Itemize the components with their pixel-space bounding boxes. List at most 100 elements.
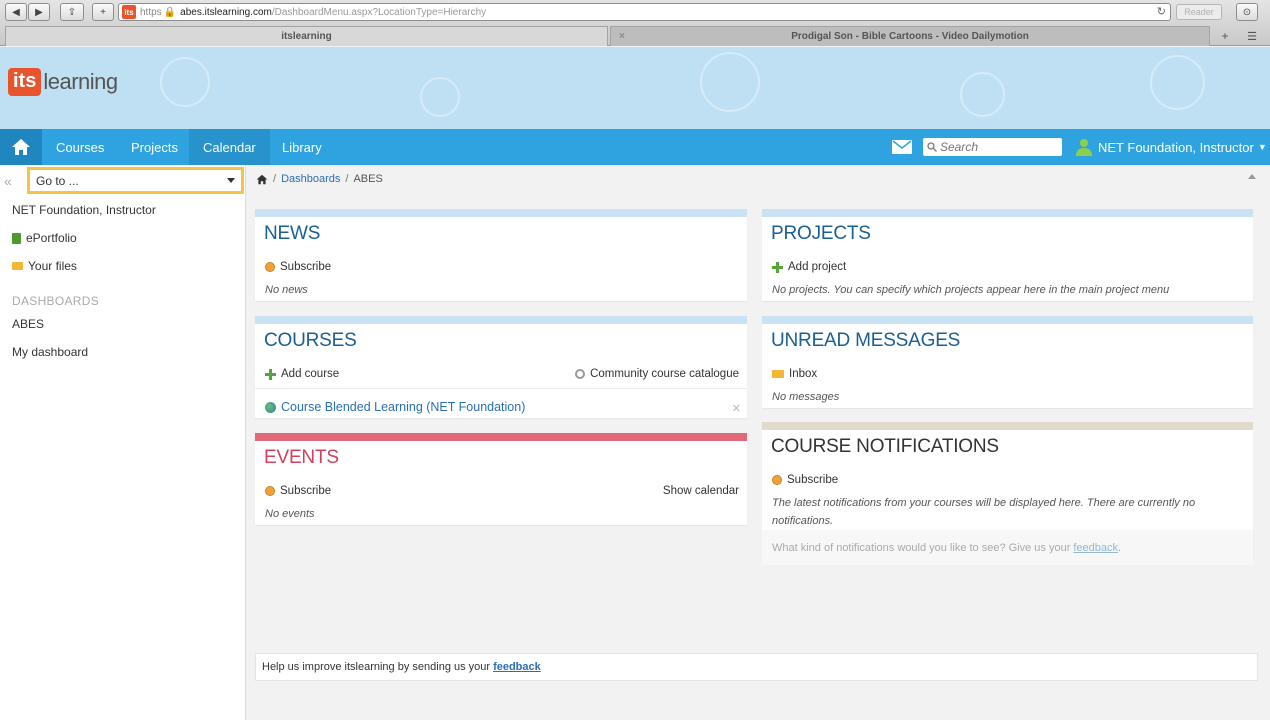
mail-icon[interactable] xyxy=(892,140,912,154)
lock-icon: 🔒 xyxy=(163,6,177,18)
main-nav: Courses Projects Calendar Library NET Fo… xyxy=(0,129,1270,165)
messages-empty: No messages xyxy=(772,391,840,403)
search-box[interactable] xyxy=(923,138,1062,156)
add-course-button[interactable]: Add course xyxy=(265,368,339,380)
banner-decoration xyxy=(960,72,1005,117)
plus-icon xyxy=(265,368,276,380)
show-calendar-link[interactable]: Show calendar xyxy=(663,485,739,497)
back-button[interactable]: ◀ xyxy=(5,3,27,21)
course-catalogue-link[interactable]: Community course catalogue xyxy=(575,368,739,380)
breadcrumb-dashboards-link[interactable]: Dashboards xyxy=(281,173,340,185)
chevron-down-icon xyxy=(227,178,235,183)
sidebar-item-your-files[interactable]: Your files xyxy=(12,259,77,273)
courses-title: COURSES xyxy=(264,330,357,351)
add-tab-button[interactable]: + xyxy=(1214,26,1236,46)
nav-courses[interactable]: Courses xyxy=(42,129,118,165)
browser-chrome: ◀ ▶ ⇪ + its https 🔒 abes.itslearning.com… xyxy=(0,0,1270,46)
search-input[interactable] xyxy=(940,140,1058,154)
url-host: abes.itslearning.com xyxy=(180,6,272,18)
sidebar-item-eportfolio[interactable]: ePortfolio xyxy=(12,231,77,245)
sidebar-user-name[interactable]: NET Foundation, Instructor xyxy=(12,203,156,217)
messages-title: UNREAD MESSAGES xyxy=(771,330,961,351)
tab-strip: itslearning × Prodigal Son - Bible Carto… xyxy=(0,26,1270,46)
logo-learning: learning xyxy=(43,69,118,94)
news-card: NEWS Subscribe No news xyxy=(255,209,747,301)
browser-toolbar: ◀ ▶ ⇪ + its https 🔒 abes.itslearning.com… xyxy=(0,0,1270,24)
notifications-note: The latest notifications from your cours… xyxy=(772,497,1196,527)
logo-its: its xyxy=(8,68,42,96)
collapse-sidebar-icon[interactable]: « xyxy=(4,173,12,189)
course-item[interactable]: Course Blended Learning (NET Foundation) xyxy=(265,400,525,414)
notifications-feedback-link[interactable]: feedback xyxy=(1073,542,1118,554)
dashboards-heading: DASHBOARDS xyxy=(12,294,100,308)
subscribe-label: Subscribe xyxy=(787,474,839,486)
user-name: NET Foundation, Instructor xyxy=(1098,139,1254,155)
goto-select[interactable]: Go to ... xyxy=(27,167,244,194)
folder-icon xyxy=(12,262,23,270)
globe-icon xyxy=(265,401,276,413)
itslearning-logo[interactable]: its learning xyxy=(8,68,118,96)
banner-decoration xyxy=(700,52,760,112)
home-button[interactable] xyxy=(0,129,42,165)
chevron-down-icon: ▼ xyxy=(1257,142,1267,152)
breadcrumb-current: ABES xyxy=(353,173,383,185)
user-icon xyxy=(1076,139,1092,156)
share-button[interactable]: ⇪ xyxy=(60,3,84,21)
reader-button[interactable]: Reader xyxy=(1176,4,1222,20)
breadcrumb-separator: / xyxy=(345,173,349,185)
search-icon xyxy=(575,369,586,379)
projects-card: PROJECTS Add project No projects. You ca… xyxy=(762,209,1253,301)
add-project-button[interactable]: Add project xyxy=(772,261,846,273)
nav-library[interactable]: Library xyxy=(268,129,336,165)
notifications-footer: What kind of notifications would you lik… xyxy=(762,530,1253,565)
scroll-up-icon[interactable] xyxy=(1248,174,1256,179)
events-subscribe[interactable]: Subscribe xyxy=(265,485,331,497)
tab-list-icon[interactable]: ☰ xyxy=(1240,26,1264,46)
eportfolio-icon xyxy=(12,232,21,244)
banner-decoration xyxy=(1150,55,1205,110)
address-bar[interactable]: its https 🔒 abes.itslearning.com /Dashbo… xyxy=(118,3,1171,21)
tab-close-icon[interactable]: × xyxy=(619,31,625,42)
sidebar-item-my-dashboard[interactable]: My dashboard xyxy=(12,345,88,359)
course-link[interactable]: Course Blended Learning (NET Foundation) xyxy=(281,400,525,414)
events-title: EVENTS xyxy=(264,447,339,468)
reload-icon[interactable]: ↻ xyxy=(1157,5,1166,18)
home-icon[interactable] xyxy=(256,174,268,185)
header-banner: its learning xyxy=(0,47,1270,129)
news-subscribe[interactable]: Subscribe xyxy=(265,261,331,273)
messages-card: UNREAD MESSAGES Inbox No messages xyxy=(762,316,1253,408)
url-path: /DashboardMenu.aspx?LocationType=Hierarc… xyxy=(271,6,487,18)
news-empty: No news xyxy=(265,284,308,296)
left-sidebar: « Go to ... NET Foundation, Instructor e… xyxy=(0,165,246,720)
news-title: NEWS xyxy=(264,223,321,244)
tab-dailymotion[interactable]: × Prodigal Son - Bible Cartoons - Video … xyxy=(610,26,1210,46)
nav-projects[interactable]: Projects xyxy=(117,129,192,165)
url-scheme: https xyxy=(140,6,162,18)
new-tab-button[interactable]: + xyxy=(92,3,114,21)
subscribe-label: Subscribe xyxy=(280,485,332,497)
subscribe-icon xyxy=(772,475,782,485)
goto-label: Go to ... xyxy=(36,173,79,188)
inbox-icon xyxy=(772,370,784,378)
downloads-icon[interactable]: ⊙ xyxy=(1236,3,1258,21)
user-menu[interactable]: NET Foundation, Instructor ▼ xyxy=(1075,129,1267,165)
notifications-subscribe[interactable]: Subscribe xyxy=(772,474,838,486)
feedback-link[interactable]: feedback xyxy=(493,661,541,673)
remove-course-icon[interactable]: ✕ xyxy=(732,402,741,415)
divider xyxy=(255,388,747,389)
breadcrumb: / Dashboards / ABES xyxy=(256,173,383,185)
sidebar-item-abes[interactable]: ABES xyxy=(12,317,44,331)
projects-empty: No projects. You can specify which proje… xyxy=(772,284,1170,296)
add-course-label: Add course xyxy=(281,368,340,380)
inbox-label: Inbox xyxy=(789,368,818,380)
tab-itslearning[interactable]: itslearning xyxy=(5,26,608,46)
notifications-title: COURSE NOTIFICATIONS xyxy=(771,436,999,457)
sidebar-item-label: ePortfolio xyxy=(26,231,77,245)
events-card: EVENTS Subscribe Show calendar No events xyxy=(255,433,747,525)
feedback-bar: Help us improve itslearning by sending u… xyxy=(255,653,1258,681)
subscribe-icon xyxy=(265,486,275,496)
forward-button[interactable]: ▶ xyxy=(28,3,50,21)
inbox-link[interactable]: Inbox xyxy=(772,368,817,380)
nav-calendar[interactable]: Calendar xyxy=(189,129,270,165)
banner-decoration xyxy=(420,77,460,117)
